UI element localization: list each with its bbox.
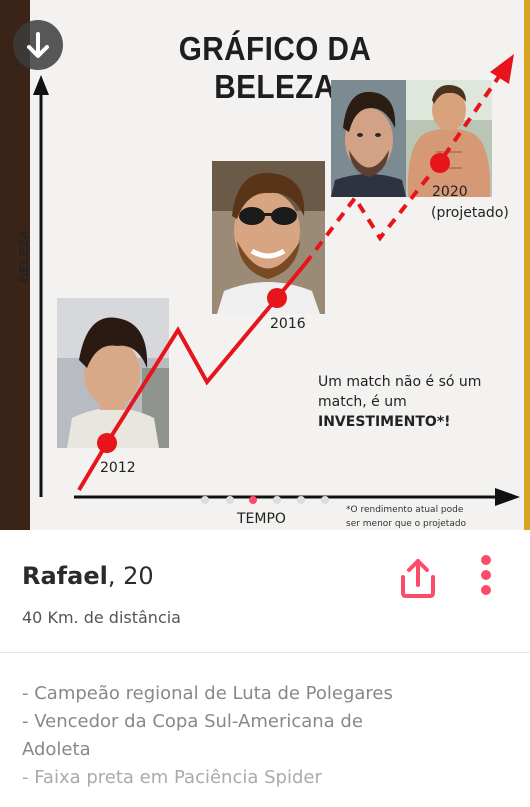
carousel-dot[interactable] [273, 496, 281, 504]
bio-line: - Faixa preta em Paciência Spider [22, 767, 322, 788]
distance-text: 40 Km. de distância [22, 608, 181, 627]
footnote-line-1: *O rendimento atual pode [346, 505, 464, 515]
chart-footnote: *O rendimento atual pode ser menor que o… [346, 503, 486, 530]
profile-photo[interactable]: GRÁFICO DA BELEZA 2012 2016 2020 (projet… [0, 0, 530, 530]
projected-label: (projetado) [431, 205, 509, 221]
profile-bio: - Campeão regional de Luta de Polegares … [22, 680, 512, 792]
projection-arrow [490, 54, 514, 84]
message-line-1: Um match não é só um [318, 374, 482, 390]
carousel-dot[interactable] [321, 496, 329, 504]
share-icon [401, 559, 435, 598]
collapse-button[interactable] [13, 20, 63, 70]
series-line-projected [303, 73, 502, 266]
profile-name: Rafael [22, 562, 108, 590]
message-bold: INVESTIMENTO*! [318, 414, 451, 430]
tick-label-2020: 2020 [432, 184, 468, 200]
profile-age: , 20 [107, 562, 154, 590]
carousel-dot[interactable] [226, 496, 234, 504]
share-button[interactable] [395, 555, 441, 601]
message-line-2: match, é um [318, 394, 407, 410]
bio-line: - Campeão regional de Luta de Polegares [22, 683, 393, 704]
y-axis-arrow [33, 75, 49, 95]
carousel-dot[interactable] [297, 496, 305, 504]
bio-line: Adoleta [22, 739, 91, 760]
tick-label-2012: 2012 [100, 460, 136, 476]
x-axis-label: TEMPO [237, 511, 286, 527]
arrow-down-icon [27, 32, 49, 58]
more-options-button[interactable] [476, 552, 496, 598]
chart-plot [33, 54, 520, 506]
more-vertical-icon [481, 555, 491, 595]
tick-label-2016: 2016 [270, 316, 306, 332]
data-point-2016 [267, 288, 287, 308]
carousel-dot-active[interactable] [249, 496, 257, 504]
carousel-dot[interactable] [201, 496, 209, 504]
y-axis-label: BELEZA [16, 230, 31, 282]
x-axis-arrow [495, 488, 520, 506]
profile-name-age: Rafael, 20 [22, 562, 154, 590]
chart-message: Um match não é só um match, é um INVESTI… [318, 372, 503, 432]
footnote-line-2: ser menor que o projetado [346, 519, 467, 529]
data-point-2012 [97, 433, 117, 453]
bio-line: - Vencedor da Copa Sul-Americana de [22, 711, 363, 732]
data-point-2020 [430, 153, 450, 173]
divider [0, 652, 530, 653]
